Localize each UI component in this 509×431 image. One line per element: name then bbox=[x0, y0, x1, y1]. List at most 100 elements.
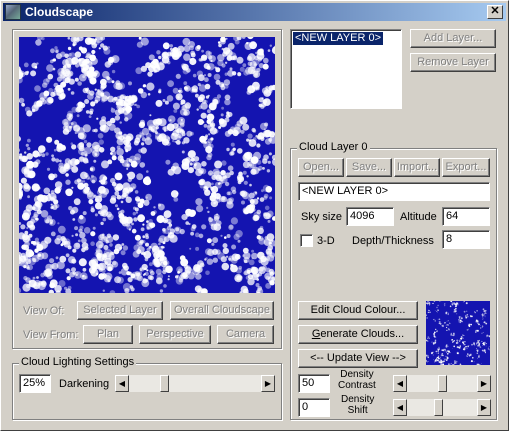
cloud-puff bbox=[482, 319, 483, 320]
cloud-puff bbox=[186, 130, 193, 137]
darkening-slider-thumb[interactable] bbox=[160, 375, 169, 392]
cloud-puff bbox=[116, 104, 121, 110]
import-button[interactable]: Import... bbox=[394, 158, 440, 177]
cloud-puff bbox=[434, 340, 437, 343]
layer-list-item[interactable]: <NEW LAYER 0> bbox=[292, 31, 384, 46]
cloud-puff bbox=[202, 56, 207, 60]
cloud-puff bbox=[432, 303, 434, 304]
cloud-puff bbox=[477, 357, 478, 359]
overall-cloudscape-button[interactable]: Overall Cloudscape bbox=[170, 301, 274, 320]
generate-clouds-button[interactable]: Generate Clouds... bbox=[298, 325, 418, 344]
cloud-puff bbox=[208, 133, 211, 136]
cloud-puff bbox=[231, 257, 238, 264]
arrow-left-icon[interactable]: ◀ bbox=[393, 375, 407, 392]
cloud-puff bbox=[439, 361, 442, 363]
cloud-puff bbox=[20, 177, 27, 184]
save-button[interactable]: Save... bbox=[346, 158, 392, 177]
cloud-puff bbox=[19, 153, 23, 156]
density-contrast-field[interactable]: 50 bbox=[298, 374, 330, 393]
sky-size-field[interactable]: 4096 bbox=[346, 207, 394, 226]
export-button[interactable]: Export... bbox=[442, 158, 490, 177]
cloud-puff bbox=[462, 334, 464, 336]
cloud-puff bbox=[175, 140, 181, 145]
cloud-puff bbox=[467, 353, 469, 355]
layer-name-field[interactable]: <NEW LAYER 0> bbox=[298, 182, 490, 201]
arrow-right-icon[interactable]: ▶ bbox=[477, 399, 491, 416]
cloud-puff bbox=[253, 214, 260, 221]
cloud-puff bbox=[139, 268, 143, 271]
cloud-puff bbox=[213, 128, 219, 134]
density-shift-thumb[interactable] bbox=[434, 399, 443, 416]
density-shift-field[interactable]: 0 bbox=[298, 398, 330, 417]
arrow-left-icon[interactable]: ◀ bbox=[393, 399, 407, 416]
density-shift-label: Density Shift bbox=[341, 394, 374, 416]
cloud-puff bbox=[190, 226, 196, 232]
cloud-puff bbox=[59, 159, 62, 163]
cloud-puff bbox=[466, 346, 468, 347]
cloud-puff bbox=[436, 311, 438, 313]
cloud-puff bbox=[447, 350, 450, 353]
cloud-puff bbox=[428, 337, 430, 339]
cloud-puff bbox=[66, 276, 71, 281]
cloud-puff bbox=[437, 348, 439, 350]
cloud-puff bbox=[462, 301, 464, 303]
cloud-puff bbox=[128, 81, 132, 86]
cloud-puff bbox=[455, 360, 458, 363]
cloudscape-app-icon bbox=[5, 4, 21, 20]
cloud-puff bbox=[143, 178, 152, 186]
cloud-puff bbox=[22, 283, 31, 292]
cloud-puff bbox=[155, 99, 163, 107]
cloud-puff bbox=[489, 348, 490, 350]
cloud-puff bbox=[474, 311, 476, 313]
selected-layer-button[interactable]: Selected Layer bbox=[77, 301, 163, 320]
depth-field[interactable]: 8 bbox=[442, 230, 490, 249]
density-contrast-slider[interactable]: ◀ ▶ bbox=[393, 375, 491, 392]
density-shift-slider[interactable]: ◀ ▶ bbox=[393, 399, 491, 416]
cloud-puff bbox=[189, 86, 197, 93]
layers-listbox[interactable]: <NEW LAYER 0> bbox=[290, 29, 402, 109]
cloud-puff bbox=[150, 211, 156, 216]
cloud-puff bbox=[439, 363, 441, 365]
camera-button[interactable]: Camera bbox=[217, 325, 274, 344]
cloud-puff bbox=[77, 81, 82, 86]
arrow-right-icon[interactable]: ▶ bbox=[477, 375, 491, 392]
cloud-puff bbox=[147, 71, 153, 77]
cloud-puff bbox=[117, 276, 124, 284]
plan-button[interactable]: Plan bbox=[83, 325, 133, 344]
cloud-puff bbox=[155, 261, 161, 267]
edit-cloud-colour-button[interactable]: Edit Cloud Colour... bbox=[298, 301, 418, 320]
cloud-puff bbox=[468, 354, 470, 356]
cloud-puff bbox=[177, 135, 181, 139]
cloud-puff bbox=[483, 313, 486, 315]
arrow-left-icon[interactable]: ◀ bbox=[115, 375, 129, 392]
cloud-puff bbox=[482, 308, 485, 311]
cloud-puff bbox=[162, 269, 167, 275]
cloud-puff bbox=[202, 121, 205, 124]
title-bar[interactable]: Cloudscape ✕ bbox=[3, 3, 506, 21]
cloud-puff bbox=[466, 301, 468, 303]
cloud-puff bbox=[476, 352, 479, 354]
cloud-puff bbox=[140, 252, 144, 255]
darkening-slider[interactable]: ◀ ▶ bbox=[115, 375, 275, 392]
cloud-puff bbox=[230, 142, 235, 147]
cloud-puff bbox=[149, 275, 154, 281]
cloud-puff bbox=[111, 155, 117, 161]
cloud-puff bbox=[480, 327, 482, 329]
close-button[interactable]: ✕ bbox=[487, 5, 503, 19]
perspective-button[interactable]: Perspective bbox=[139, 325, 211, 344]
add-layer-button[interactable]: Add Layer... bbox=[410, 29, 496, 48]
altitude-field[interactable]: 64 bbox=[442, 207, 490, 226]
remove-layer-button[interactable]: Remove Layer bbox=[410, 53, 496, 72]
cloud-puff bbox=[161, 56, 170, 64]
cloud-puff bbox=[435, 328, 437, 331]
density-contrast-thumb[interactable] bbox=[438, 375, 447, 392]
threed-checkbox[interactable] bbox=[300, 234, 313, 247]
cloud-puff bbox=[242, 254, 245, 257]
darkening-value-field[interactable]: 25% bbox=[19, 374, 51, 393]
cloud-puff bbox=[204, 83, 211, 90]
open-button[interactable]: Open... bbox=[298, 158, 344, 177]
cloud-puff bbox=[25, 204, 33, 212]
cloud-puff bbox=[458, 321, 460, 323]
arrow-right-icon[interactable]: ▶ bbox=[261, 375, 275, 392]
update-view-button[interactable]: <-- Update View --> bbox=[298, 349, 418, 368]
